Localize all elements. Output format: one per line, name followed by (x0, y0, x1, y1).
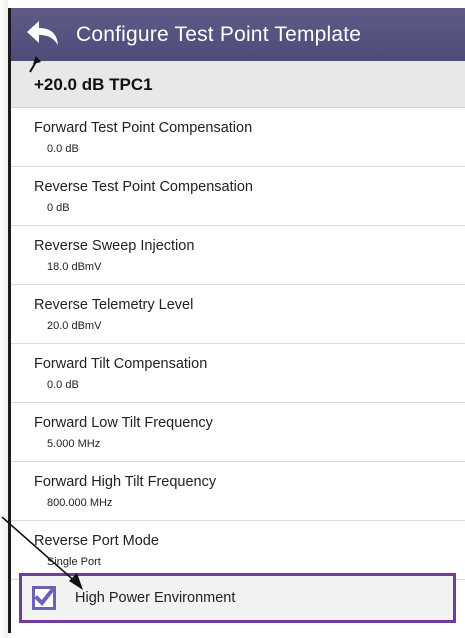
checkbox-checked-icon[interactable] (32, 586, 56, 610)
setting-label: Forward Tilt Compensation (34, 356, 208, 372)
setting-label: Reverse Sweep Injection (34, 238, 195, 254)
setting-label: Forward Test Point Compensation (34, 120, 253, 136)
setting-reverse-port-mode[interactable]: Reverse Port Mode Single Port (11, 521, 465, 580)
back-arrow-icon (27, 21, 58, 45)
title-bar: Configure Test Point Template (11, 8, 465, 61)
setting-reverse-telemetry-level[interactable]: Reverse Telemetry Level 20.0 dBmV (11, 285, 465, 344)
setting-value: 0.0 dB (47, 379, 79, 391)
setting-value: 18.0 dBmV (47, 261, 102, 273)
device-screen: Configure Test Point Template +20.0 dB T… (11, 8, 465, 638)
page-title: Configure Test Point Template (76, 23, 362, 46)
device-edge-shadow (0, 0, 8, 638)
page: Configure Test Point Template +20.0 dB T… (0, 0, 465, 638)
template-name: +20.0 dB TPC1 (34, 75, 153, 94)
setting-forward-low-tilt-frequency[interactable]: Forward Low Tilt Frequency 5.000 MHz (11, 403, 465, 462)
setting-value: 5.000 MHz (47, 438, 101, 450)
setting-value: 20.0 dBmV (47, 320, 102, 332)
setting-label: Forward Low Tilt Frequency (34, 415, 213, 431)
setting-label: Forward High Tilt Frequency (34, 474, 217, 490)
template-header: +20.0 dB TPC1 (11, 61, 465, 108)
setting-value: 0 dB (47, 202, 70, 214)
setting-label: Reverse Port Mode (34, 533, 159, 549)
setting-value: 800.000 MHz (47, 497, 113, 509)
settings-list: Forward Test Point Compensation 0.0 dB R… (11, 108, 465, 580)
setting-reverse-test-point-compensation[interactable]: Reverse Test Point Compensation 0 dB (11, 167, 465, 226)
back-button[interactable] (23, 18, 61, 50)
setting-label: Reverse Telemetry Level (34, 297, 194, 313)
setting-forward-high-tilt-frequency[interactable]: Forward High Tilt Frequency 800.000 MHz (11, 462, 465, 521)
setting-label: Reverse Test Point Compensation (34, 179, 253, 195)
setting-value: Single Port (47, 556, 101, 568)
setting-reverse-sweep-injection[interactable]: Reverse Sweep Injection 18.0 dBmV (11, 226, 465, 285)
setting-forward-test-point-compensation[interactable]: Forward Test Point Compensation 0.0 dB (11, 108, 465, 167)
high-power-environment-label: High Power Environment (75, 590, 236, 606)
high-power-environment-checkbox-row[interactable]: High Power Environment (19, 573, 456, 623)
setting-value: 0.0 dB (47, 143, 79, 155)
setting-forward-tilt-compensation[interactable]: Forward Tilt Compensation 0.0 dB (11, 344, 465, 403)
